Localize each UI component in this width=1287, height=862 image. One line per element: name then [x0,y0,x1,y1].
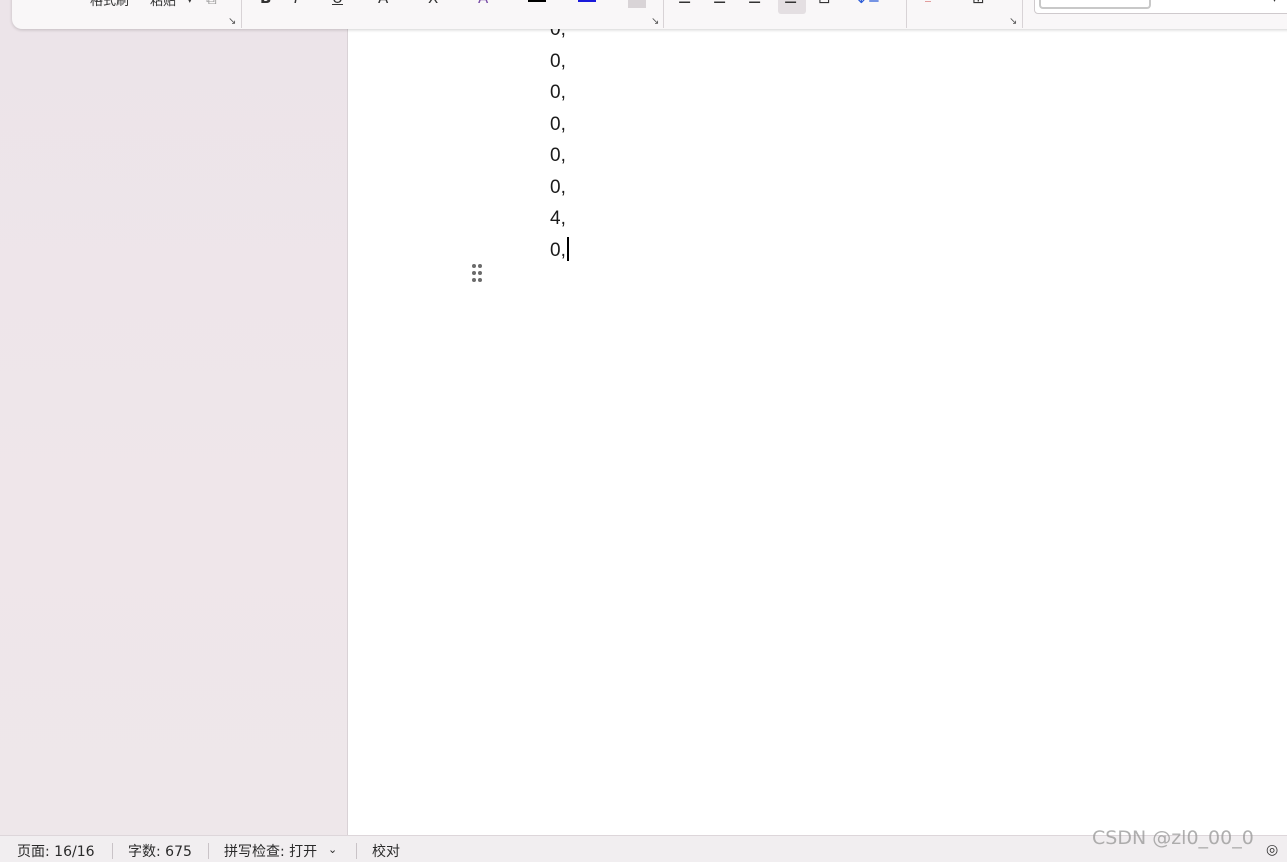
chevron-down-icon[interactable]: ▾ [552,0,557,8]
paste-button[interactable]: 粘贴 [150,0,176,9]
chevron-down-icon[interactable]: ▾ [502,0,507,8]
line-spacing-icon[interactable]: ↕≡ [855,0,880,8]
group-divider [241,0,242,28]
status-divider [356,843,357,859]
spell-check-status[interactable]: 拼写检查: 打开 [224,841,317,861]
document-page[interactable]: 0, 0, 0, 0, 0, 0, 4, 0, [347,0,1287,835]
borders-icon[interactable]: ⊞ [972,0,985,8]
underline-button[interactable]: U [332,0,343,8]
chevron-down-icon[interactable]: ▾ [450,0,455,8]
current-line-text: 0, [550,239,566,261]
chevron-down-icon[interactable]: ▾ [882,0,887,8]
chevron-down-icon[interactable]: ▾ [996,0,1001,8]
chevron-down-icon[interactable]: ⌄ [328,843,337,856]
group-divider [663,0,664,28]
strikethrough-icon[interactable]: Ā [378,0,388,8]
navigation-pane [0,0,347,835]
character-shading-letter: A [632,0,641,3]
justify-icon: ☰ [784,0,797,8]
justify-button[interactable]: ☰ [778,0,806,14]
dialog-launcher-icon[interactable]: ↘ [1009,16,1017,27]
copy-icon[interactable]: ⧉ [206,0,217,9]
drag-handle-icon[interactable] [472,264,484,284]
chevron-down-icon[interactable]: ▾ [400,0,405,8]
document-line: 0, [550,113,566,135]
chevron-down-icon[interactable]: ▾ [350,0,355,8]
document-line: 0, [550,145,566,166]
status-divider [208,843,209,859]
status-divider [112,843,113,859]
document-line: 4, [550,208,566,229]
chevron-down-icon[interactable]: ▾ [948,0,953,8]
chevron-down-icon[interactable]: ▾ [604,0,609,8]
chevron-down-icon[interactable]: ▾ [186,0,194,8]
shading-icon[interactable]: ⌯ [922,0,934,8]
italic-button[interactable]: I [294,0,298,8]
word-count[interactable]: 字数: 675 [128,841,192,861]
character-shading-button[interactable]: A [628,0,646,8]
current-line: 0, [550,235,569,267]
text-effect-icon[interactable]: A [478,0,488,8]
text-cursor [566,236,569,261]
format-painter-button[interactable]: 格式刷 [90,0,129,9]
dialog-launcher-icon[interactable]: ↘ [228,16,236,27]
group-divider [906,0,907,28]
style-gallery-item[interactable] [1039,0,1151,9]
style-gallery[interactable] [1034,0,1287,14]
document-text[interactable]: 0, 0, 0, 0, 0, 0, 4, 0, [550,14,569,266]
page-indicator[interactable]: 页面: 16/16 [17,841,95,861]
highlight-color-bar[interactable] [578,0,596,2]
watermark: CSDN @zl0_00_0 [1092,827,1254,849]
document-line: 0, [550,176,566,198]
chevron-down-icon[interactable]: ▾ [1272,0,1277,10]
bold-button[interactable]: B [260,0,271,8]
align-center-icon[interactable]: ☰ [713,0,726,8]
align-left-icon[interactable]: ☰ [678,0,691,8]
distributed-align-icon[interactable]: ⊟ [818,0,831,8]
align-right-icon[interactable]: ☰ [748,0,761,8]
font-color-bar[interactable] [528,0,546,2]
superscript-icon[interactable]: X [428,0,438,8]
ribbon-toolbar: 格式刷 粘贴 ▾ ⧉ ↘ B I U ▾ Ā ▾ X ▾ A ▾ ▾ ▾ A ↘… [12,0,1287,29]
document-line: 0, [550,50,566,72]
proofread-button[interactable]: 校对 [372,841,400,861]
focus-mode-icon[interactable]: ◎ [1266,842,1278,858]
dialog-launcher-icon[interactable]: ↘ [651,16,659,27]
document-line: 0, [550,82,566,103]
group-divider [1022,0,1023,28]
